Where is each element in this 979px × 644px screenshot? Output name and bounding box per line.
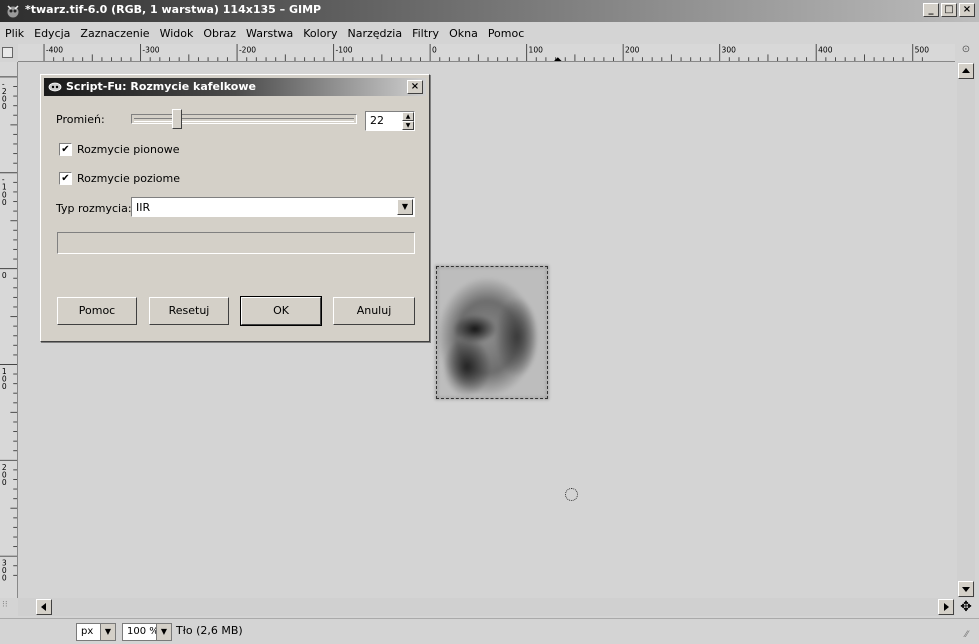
menu-edycja[interactable]: Edycja [29,27,75,40]
layer-info: Tło (2,6 MB) [176,624,243,637]
unit-value: px [81,626,94,637]
help-button-label: Pomoc [78,304,116,317]
ruler-label: 500 [915,46,930,55]
horizontal-ruler: -400 -300 -200 -100 0 100 200 300 400 500 [18,44,955,62]
progress-bar [57,232,415,254]
menu-plik[interactable]: Plik [0,27,29,40]
scroll-up-button[interactable] [958,63,974,79]
scroll-down-button[interactable] [958,581,974,597]
ruler-label: 200 [625,46,640,55]
navigate-icon[interactable]: ✥ [957,598,975,616]
menu-obraz[interactable]: Obraz [198,27,241,40]
vertical-scrollbar[interactable] [957,62,975,598]
spin-down-icon[interactable]: ▼ [402,121,414,130]
arrow-down-icon [962,587,970,592]
checkmark-icon: ✔ [61,173,70,184]
quick-mask-toggle-icon[interactable]: ⁝⁝ [2,600,16,614]
menu-pomoc[interactable]: Pomoc [483,27,529,40]
horizontal-blur-label: Rozmycie poziome [77,172,181,185]
ruler-label: 0 [2,102,7,111]
script-fu-dialog: Script-Fu: Rozmycie kafelkowe × Promień:… [40,74,430,342]
ruler-label: 100 [529,46,544,55]
statusbar: px ▼ 100 % ▼ Tło (2,6 MB) ⁄⁄ [0,618,979,644]
menu-widok[interactable]: Widok [155,27,199,40]
ruler-label: -100 [335,46,352,55]
ruler-label: 0 [2,478,7,487]
script-fu-icon [48,82,62,92]
window-title: *twarz.tif-6.0 (RGB, 1 warstwa) 114x135 … [25,3,322,16]
vertical-blur-checkbox[interactable]: ✔ [59,143,72,156]
zoom-select[interactable]: 100 % ▼ [122,623,172,641]
menu-warstwa[interactable]: Warstwa [241,27,298,40]
radius-slider-thumb[interactable] [172,109,183,129]
arrow-left-icon [41,603,46,611]
brush-cursor-icon [565,488,578,501]
ruler-label: 0 [2,574,7,583]
cancel-button[interactable]: Anuluj [333,297,415,325]
reset-button[interactable]: Resetuj [149,297,229,325]
blur-type-value: IIR [136,201,151,214]
maximize-button[interactable]: □ [941,3,957,17]
vertical-ruler: -200-1000100200300 [0,62,18,598]
resize-grip-icon[interactable]: ⁄⁄ [965,630,977,642]
radius-slider[interactable] [131,114,357,124]
arrow-right-icon [944,603,949,611]
menu-arrow-icon [2,47,13,58]
ruler-label: 300 [722,46,737,55]
gimp-app-icon [6,5,20,19]
ruler-label: -200 [239,46,256,55]
arrow-up-icon [962,68,970,73]
unit-select[interactable]: px ▼ [76,623,116,641]
radius-spinbox[interactable]: 22 ▲ ▼ [365,111,415,131]
radius-label: Promień: [56,113,105,126]
vertical-blur-label: Rozmycie pionowe [77,143,180,156]
ruler-label: 0 [432,46,437,55]
zoom-toggle-icon[interactable]: ⊙ [957,44,975,62]
horizontal-blur-checkbox[interactable]: ✔ [59,172,72,185]
dialog-title: Script-Fu: Rozmycie kafelkowe [66,80,256,93]
horizontal-scrollbar[interactable] [18,598,955,616]
ruler-label: 0 [2,382,7,391]
ruler-label: 0 [2,198,7,207]
chevron-down-icon: ▼ [100,624,115,640]
close-button[interactable]: × [959,3,975,17]
help-button[interactable]: Pomoc [57,297,137,325]
ruler-label: 0 [2,271,7,280]
scroll-left-button[interactable] [36,599,52,615]
radius-value: 22 [370,114,384,127]
ruler-label: -300 [142,46,159,55]
quick-mask-menu-corner[interactable] [0,44,18,62]
blur-type-select[interactable]: IIR ▼ [131,197,415,217]
cancel-button-label: Anuluj [356,304,392,317]
layer-boundary [436,266,548,399]
menu-filtry[interactable]: Filtry [407,27,444,40]
zoom-value: 100 % [127,626,159,637]
menu-okna[interactable]: Okna [444,27,483,40]
menu-zaznaczenie[interactable]: Zaznaczenie [75,27,154,40]
chevron-down-icon: ▼ [156,624,171,640]
dialog-close-button[interactable]: × [407,80,423,94]
menubar: Plik Edycja Zaznaczenie Widok Obraz Wars… [0,22,979,44]
menu-narzedzia[interactable]: Narzędzia [342,27,407,40]
spin-up-icon[interactable]: ▲ [402,112,414,121]
reset-button-label: Resetuj [168,304,210,317]
ok-button-label: OK [273,304,289,317]
scroll-right-button[interactable] [938,599,954,615]
ruler-label: 400 [818,46,833,55]
blur-type-label: Typ rozmycia: [56,202,132,215]
chevron-down-icon: ▼ [397,199,413,215]
minimize-button[interactable]: _ [923,3,939,17]
ok-button[interactable]: OK [240,296,322,326]
dialog-titlebar: Script-Fu: Rozmycie kafelkowe × [44,78,426,96]
checkmark-icon: ✔ [61,144,70,155]
window-titlebar: *twarz.tif-6.0 (RGB, 1 warstwa) 114x135 … [0,0,979,22]
ruler-label: -400 [46,46,63,55]
menu-kolory[interactable]: Kolory [298,27,342,40]
